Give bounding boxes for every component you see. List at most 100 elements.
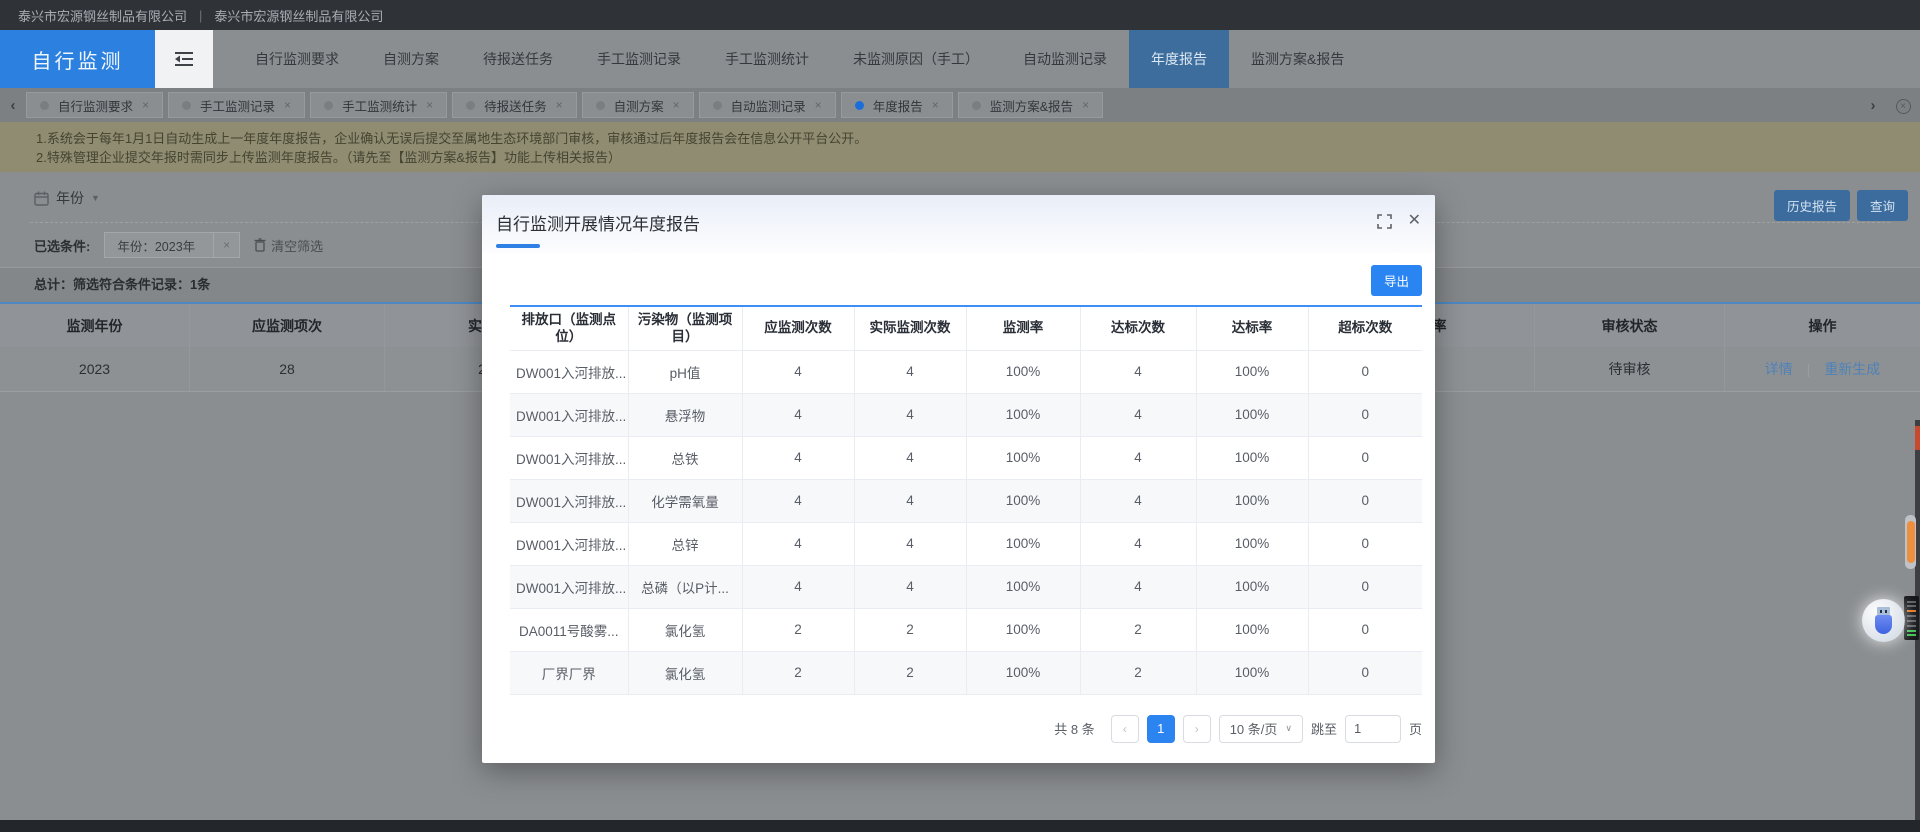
chip-close-icon[interactable]: ×	[815, 98, 822, 112]
col-pollutant: 污染物（监测项目）	[628, 306, 742, 350]
nav-item-manual-stats[interactable]: 手工监测统计	[703, 30, 831, 88]
nav-item-no-monitor-reason[interactable]: 未监测原因（手工）	[831, 30, 1001, 88]
chip-close-icon[interactable]: ×	[673, 98, 680, 112]
company-name-secondary: 泰兴市宏源钢丝制品有限公司	[214, 6, 383, 25]
clear-filters-button[interactable]: 清空筛选	[254, 236, 323, 255]
cell: 0	[1308, 522, 1422, 565]
cell: DA0011号酸雾...	[510, 608, 628, 651]
meter-tick	[1907, 615, 1916, 617]
usb-connector	[1877, 607, 1890, 615]
nav-item-annual-report[interactable]: 年度报告	[1129, 30, 1229, 88]
cell: 100%	[1196, 393, 1308, 436]
chip-close-icon[interactable]: ×	[556, 98, 563, 112]
chips-close-all-button[interactable]: ×	[1886, 96, 1920, 114]
cell: 4	[1080, 565, 1196, 608]
module-title: 自行监测	[0, 30, 155, 88]
tab-chip-active[interactable]: 年度报告 ×	[841, 92, 953, 118]
chip-label: 手工监测记录	[200, 96, 275, 115]
chip-label: 自测方案	[614, 96, 664, 115]
cell-required: 28	[190, 347, 385, 391]
cell: 2	[854, 651, 966, 694]
cell: 2	[1080, 608, 1196, 651]
pagination: 共 8 条 ‹ 1 › 10 条/页 ∨ 跳至 页	[510, 715, 1422, 743]
modal-title: 自行监测开展情况年度报告	[496, 210, 1435, 235]
year-filter-label: 年份	[56, 188, 84, 208]
query-button[interactable]: 查询	[1857, 190, 1908, 221]
col-exceed-count: 超标次数	[1308, 306, 1422, 350]
chip-close-icon[interactable]: ×	[142, 98, 149, 112]
chip-label: 待报送任务	[484, 96, 547, 115]
top-bar: 泰兴市宏源钢丝制品有限公司 | 泰兴市宏源钢丝制品有限公司	[0, 0, 1920, 30]
chip-close-icon[interactable]: ×	[932, 98, 939, 112]
chip-dot-icon	[713, 101, 722, 110]
table-row: DW001入河排放...总磷（以P计...44100%4100%0	[510, 565, 1422, 608]
tab-chip[interactable]: 自动监测记录×	[699, 92, 836, 118]
year-filter-dropdown[interactable]: 年份 ▼	[34, 188, 100, 208]
table-row: DW001入河排放...总锌44100%4100%0	[510, 522, 1422, 565]
cell: 氯化氢	[628, 608, 742, 651]
tab-chip[interactable]: 待报送任务 ×	[452, 92, 577, 118]
cell: 100%	[966, 350, 1080, 393]
edge-marker	[1915, 426, 1920, 450]
scrollbar-thumb[interactable]	[1907, 521, 1915, 563]
remove-filter-icon[interactable]: ×	[213, 233, 239, 257]
nav-item-pending-tasks[interactable]: 待报送任务	[461, 30, 575, 88]
nav-item-self-test-plan[interactable]: 自测方案	[361, 30, 461, 88]
tab-chip[interactable]: 自行监测要求×	[26, 92, 163, 118]
tab-chip[interactable]: 手工监测记录 ×	[168, 92, 305, 118]
export-button[interactable]: 导出	[1371, 265, 1422, 296]
nav-item-self-monitor-req[interactable]: 自行监测要求	[233, 30, 361, 88]
chip-close-icon[interactable]: ×	[426, 98, 433, 112]
cell: 4	[1080, 436, 1196, 479]
cell: 100%	[966, 479, 1080, 522]
cell: 100%	[966, 565, 1080, 608]
nav-item-manual-records[interactable]: 手工监测记录	[575, 30, 703, 88]
col-pass-count: 达标次数	[1080, 306, 1196, 350]
cell: pH值	[628, 350, 742, 393]
table-row: DW001入河排放...化学需氧量44100%4100%0	[510, 479, 1422, 522]
cell: 4	[1080, 393, 1196, 436]
cell: 0	[1308, 436, 1422, 479]
modal-close-icon[interactable]: ✕	[1408, 213, 1421, 229]
table-row: DW001入河排放...总铁44100%4100%0	[510, 436, 1422, 479]
selected-filter-value: 年份：2023年	[105, 236, 213, 255]
clear-filters-label: 清空筛选	[271, 236, 323, 255]
cell: 悬浮物	[628, 393, 742, 436]
cell: 厂界厂界	[510, 651, 628, 694]
cell-status: 待审核	[1535, 347, 1725, 391]
cell: 100%	[1196, 479, 1308, 522]
usb-body	[1875, 615, 1892, 634]
chip-close-icon[interactable]: ×	[1082, 98, 1089, 112]
nav-item-plan-report[interactable]: 监测方案&报告	[1229, 30, 1366, 88]
collapse-menu-button[interactable]	[155, 30, 213, 88]
regenerate-link[interactable]: 重新生成	[1824, 359, 1880, 379]
cell: 4	[854, 393, 966, 436]
cell: 4	[854, 565, 966, 608]
chip-dot-icon	[972, 101, 981, 110]
cell: 4	[742, 393, 854, 436]
nav-item-auto-records[interactable]: 自动监测记录	[1001, 30, 1129, 88]
tab-chip[interactable]: 监测方案&报告×	[958, 92, 1103, 118]
tab-chip[interactable]: 自测方案 ×	[582, 92, 694, 118]
title-accent-underline	[496, 244, 540, 248]
chips-scroll-right-icon[interactable]: ›	[1860, 97, 1886, 114]
usb-tray-icon[interactable]	[1862, 599, 1905, 642]
chip-dot-icon	[596, 101, 605, 110]
fullscreen-icon[interactable]	[1377, 214, 1392, 229]
chips-scroll-left-icon[interactable]: ‹	[0, 97, 26, 114]
jump-page-input[interactable]	[1345, 715, 1401, 743]
modal-header: 自行监测开展情况年度报告 ✕	[482, 195, 1435, 253]
meter-tick	[1907, 605, 1916, 607]
chip-label: 年度报告	[873, 96, 923, 115]
current-page-button[interactable]: 1	[1147, 715, 1175, 743]
tab-chip[interactable]: 手工监测统计×	[310, 92, 447, 118]
prev-page-button[interactable]: ‹	[1111, 715, 1139, 743]
notice-banner: 1.系统会于每年1月1日自动生成上一年度年度报告，企业确认无误后提交至属地生态环…	[0, 122, 1920, 172]
page-unit-label: 页	[1409, 719, 1422, 738]
detail-link[interactable]: 详情	[1765, 359, 1793, 379]
chip-close-icon[interactable]: ×	[284, 98, 291, 112]
history-report-button[interactable]: 历史报告	[1774, 190, 1850, 221]
page-size-select[interactable]: 10 条/页 ∨	[1219, 715, 1303, 743]
next-page-button[interactable]: ›	[1183, 715, 1211, 743]
table-row: DA0011号酸雾...氯化氢22100%2100%0	[510, 608, 1422, 651]
